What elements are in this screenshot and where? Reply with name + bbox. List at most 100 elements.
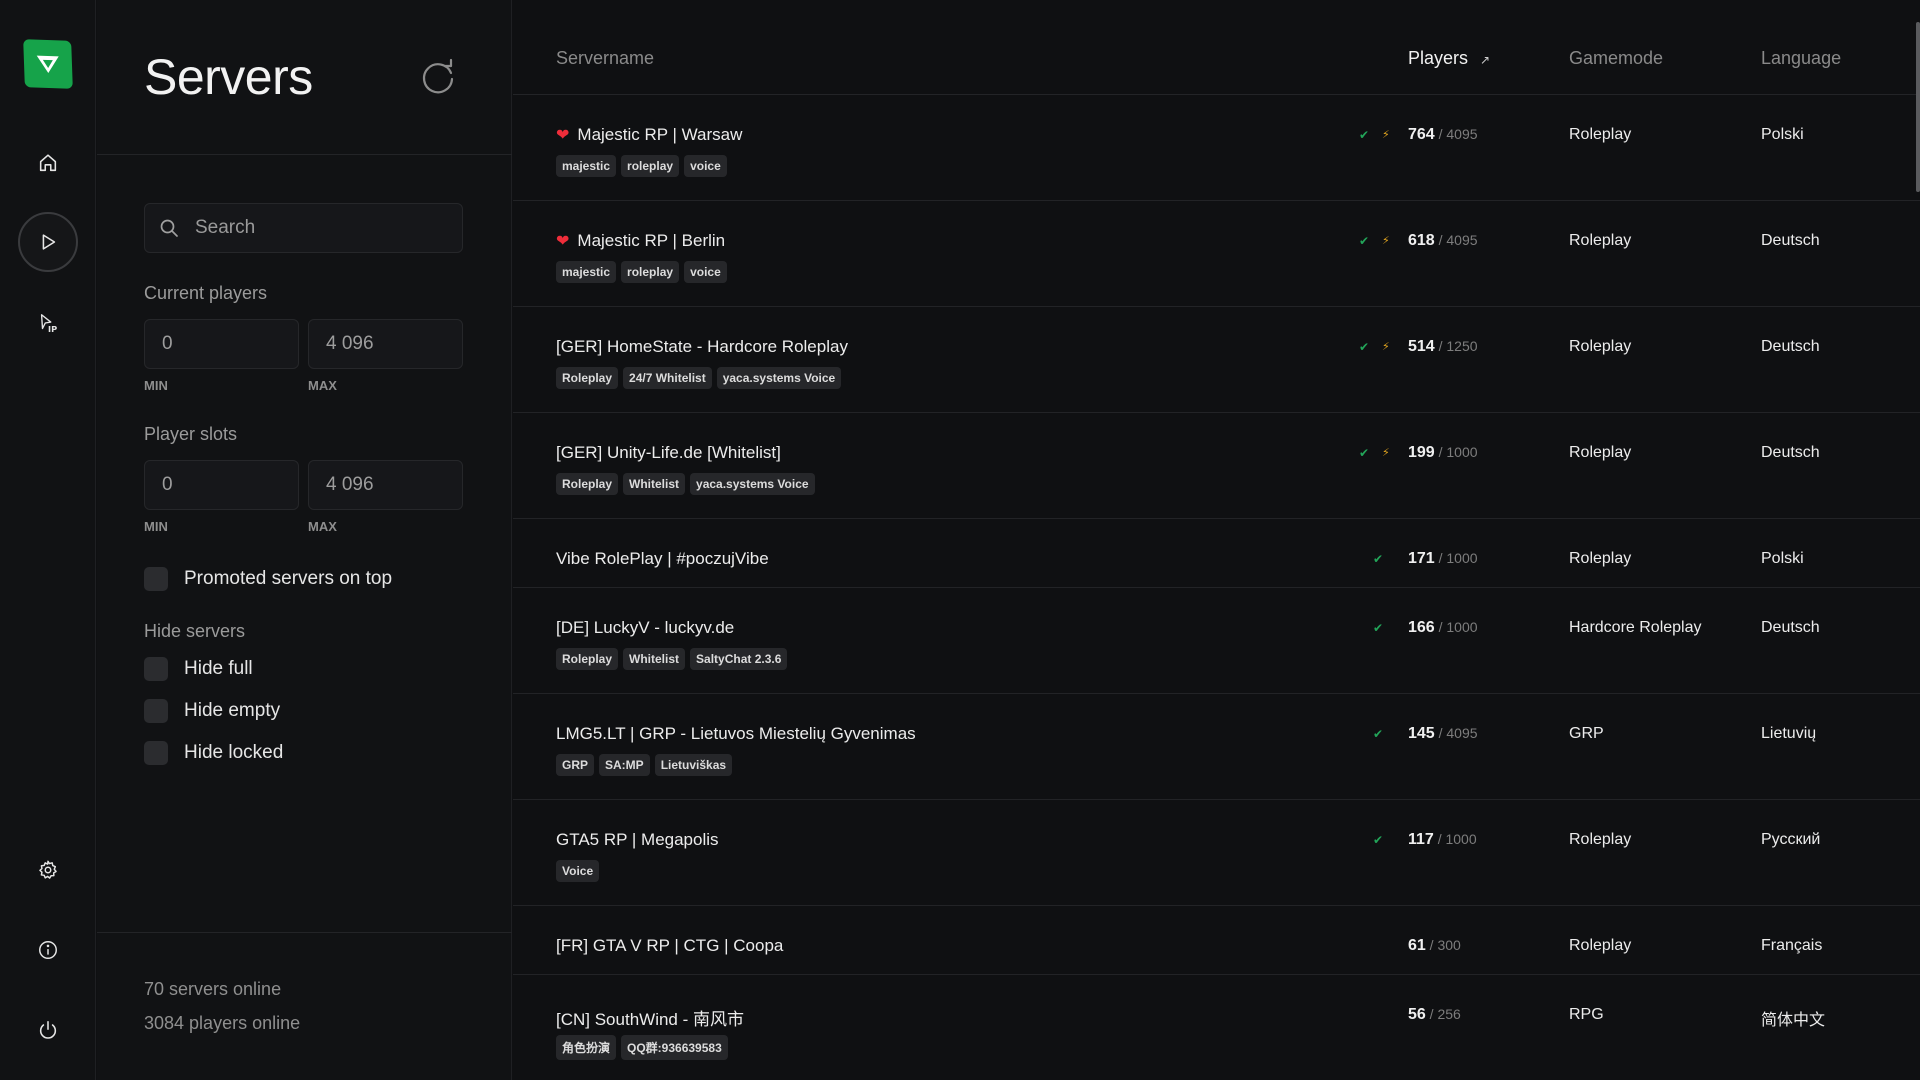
- promoted-on-top-checkbox[interactable]: Promoted servers on top: [144, 567, 392, 591]
- server-row[interactable]: LMG5.LT | GRP - Lietuvos Miestelių Gyven…: [513, 694, 1920, 800]
- current-players: 199: [1408, 444, 1435, 461]
- server-name: [DE] LuckyV - luckyv.de: [556, 618, 734, 638]
- server-name: [GER] HomeState - Hardcore Roleplay: [556, 337, 848, 357]
- tag-badge: SaltyChat 2.3.6: [690, 648, 788, 670]
- server-name: ❤ Majestic RP | Warsaw: [556, 125, 742, 145]
- server-name-text: [FR] GTA V RP | CTG | Coopa: [556, 936, 784, 955]
- nav-servers-button[interactable]: [18, 212, 78, 272]
- server-row[interactable]: [DE] LuckyV - luckyv.de Roleplay Whitelist…: [513, 588, 1920, 694]
- verified-check-icon: ✔: [1373, 621, 1384, 635]
- table-header: Servername Players ↗ Gamemode Language: [513, 0, 1920, 95]
- hide-empty-checkbox[interactable]: Hide empty: [144, 699, 280, 723]
- column-header-gamemode[interactable]: Gamemode: [1569, 48, 1663, 69]
- language: 简体中文: [1761, 1012, 1826, 1029]
- gamemode: RPG: [1569, 1006, 1604, 1023]
- column-header-servername[interactable]: Servername: [556, 48, 654, 69]
- checkbox-box[interactable]: [144, 699, 168, 723]
- heart-icon: ❤: [556, 233, 570, 250]
- filter-panel: Servers Current players MIN MAX Player s…: [97, 0, 512, 1080]
- server-row[interactable]: [GER] Unity-Life.de [Whitelist] Roleplay W…: [513, 413, 1920, 519]
- nav-power-button[interactable]: [18, 1000, 78, 1060]
- server-name-text: GTA5 RP | Megapolis: [556, 830, 719, 849]
- gamemode: Roleplay: [1569, 338, 1632, 355]
- verified-check-icon: ✔: [1359, 340, 1370, 354]
- promoted-on-top-label: Promoted servers on top: [184, 568, 393, 589]
- column-header-language[interactable]: Language: [1761, 48, 1841, 69]
- server-name: [GER] Unity-Life.de [Whitelist]: [556, 443, 781, 463]
- server-row[interactable]: Vibe RolePlay | #poczujVibe ✔ 171 / 1000 Ro…: [513, 519, 1920, 588]
- player-slots-min-input[interactable]: [144, 460, 299, 510]
- current-players: 514: [1408, 338, 1435, 355]
- server-row[interactable]: ❤ Majestic RP | Berlin majestic roleplay voi…: [513, 201, 1920, 307]
- refresh-button[interactable]: [418, 57, 458, 97]
- nav-home-button[interactable]: [18, 133, 78, 193]
- checkbox-box[interactable]: [144, 657, 168, 681]
- current-players-min-input[interactable]: [144, 319, 299, 369]
- nav-info-button[interactable]: [18, 920, 78, 980]
- server-row[interactable]: [FR] GTA V RP | CTG | Coopa 61 / 300 Rolep…: [513, 906, 1920, 975]
- server-tags: Roleplay 24/7 Whitelist yaca.systems Voice: [556, 367, 842, 389]
- tag-badge: Roleplay: [556, 367, 619, 389]
- ip-connect-icon: IP: [40, 314, 57, 334]
- v-logo-icon: [36, 55, 59, 74]
- app-logo[interactable]: [23, 39, 73, 89]
- checkbox-box[interactable]: [144, 741, 168, 765]
- player-slots-max-input[interactable]: [308, 460, 463, 510]
- server-tags: Roleplay Whitelist SaltyChat 2.3.6: [556, 648, 788, 670]
- search-box[interactable]: [144, 203, 463, 253]
- current-players: 145: [1408, 725, 1435, 742]
- server-name-text: Majestic RP | Berlin: [577, 231, 726, 250]
- tag-badge: yaca.systems Voice: [690, 473, 815, 495]
- server-name: GTA5 RP | Megapolis: [556, 830, 719, 850]
- tag-badge: Whitelist: [623, 648, 686, 670]
- player-count: 145 / 4095: [1408, 725, 1478, 743]
- hide-full-label: Hide full: [184, 658, 253, 679]
- server-name: ❤ Majestic RP | Berlin: [556, 231, 725, 251]
- hide-servers-label: Hide servers: [144, 621, 246, 641]
- max-players: / 256: [1425, 1006, 1461, 1022]
- nav-direct-connect-button[interactable]: IP: [18, 293, 78, 353]
- language: Deutsch: [1761, 338, 1820, 355]
- server-table: Servername Players ↗ Gamemode Language ❤ M…: [513, 0, 1920, 1080]
- server-row[interactable]: [GER] HomeState - Hardcore Roleplay Rolep…: [513, 307, 1920, 413]
- hide-locked-label: Hide locked: [184, 742, 284, 763]
- column-header-players[interactable]: Players ↗: [1408, 48, 1490, 69]
- play-icon: [42, 234, 56, 250]
- current-players: 764: [1408, 126, 1435, 143]
- svg-text:IP: IP: [48, 324, 57, 334]
- search-input[interactable]: [195, 217, 435, 239]
- tag-badge: Whitelist: [623, 473, 686, 495]
- nav-settings-button[interactable]: [18, 840, 78, 900]
- tag-badge: roleplay: [621, 155, 680, 177]
- language: Deutsch: [1761, 619, 1820, 636]
- sort-arrow-icon: ↗: [1480, 53, 1491, 67]
- divider: [97, 932, 512, 933]
- max-players: / 1000: [1434, 444, 1478, 460]
- server-tags: Voice: [556, 860, 600, 882]
- info-icon: [39, 941, 57, 959]
- divider: [97, 154, 512, 155]
- current-players-max-input[interactable]: [308, 319, 463, 369]
- language: Deutsch: [1761, 232, 1820, 249]
- server-name-text: [GER] HomeState - Hardcore Roleplay: [556, 337, 848, 356]
- hide-locked-checkbox[interactable]: Hide locked: [144, 741, 283, 765]
- boost-lightning-icon: ⚡: [1382, 129, 1390, 141]
- current-players: 117: [1408, 831, 1434, 848]
- search-icon: [160, 219, 178, 237]
- current-players: 618: [1408, 232, 1435, 249]
- tag-badge: Roleplay: [556, 473, 619, 495]
- verified-check-icon: ✔: [1373, 833, 1384, 847]
- language: Polski: [1761, 126, 1804, 143]
- language: Русский: [1761, 831, 1821, 848]
- max-players: / 4095: [1434, 126, 1478, 142]
- server-tags: GRP SA:MP Lietuviškas: [556, 754, 733, 776]
- server-row[interactable]: [CN] SouthWind - 南风市 角色扮演 QQ群:936639583 56 …: [513, 975, 1920, 1080]
- player-slots-label: Player slots: [144, 424, 238, 444]
- server-row[interactable]: GTA5 RP | Megapolis Voice ✔ 117 / 1000 Rolep…: [513, 800, 1920, 906]
- hide-full-checkbox[interactable]: Hide full: [144, 657, 253, 681]
- server-name: [CN] SouthWind - 南风市: [556, 1005, 744, 1030]
- checkbox-box[interactable]: [144, 567, 168, 591]
- tag-badge: yaca.systems Voice: [716, 367, 842, 389]
- scrollbar[interactable]: [1916, 22, 1920, 192]
- server-row[interactable]: ❤ Majestic RP | Warsaw majestic roleplay voi…: [513, 95, 1920, 201]
